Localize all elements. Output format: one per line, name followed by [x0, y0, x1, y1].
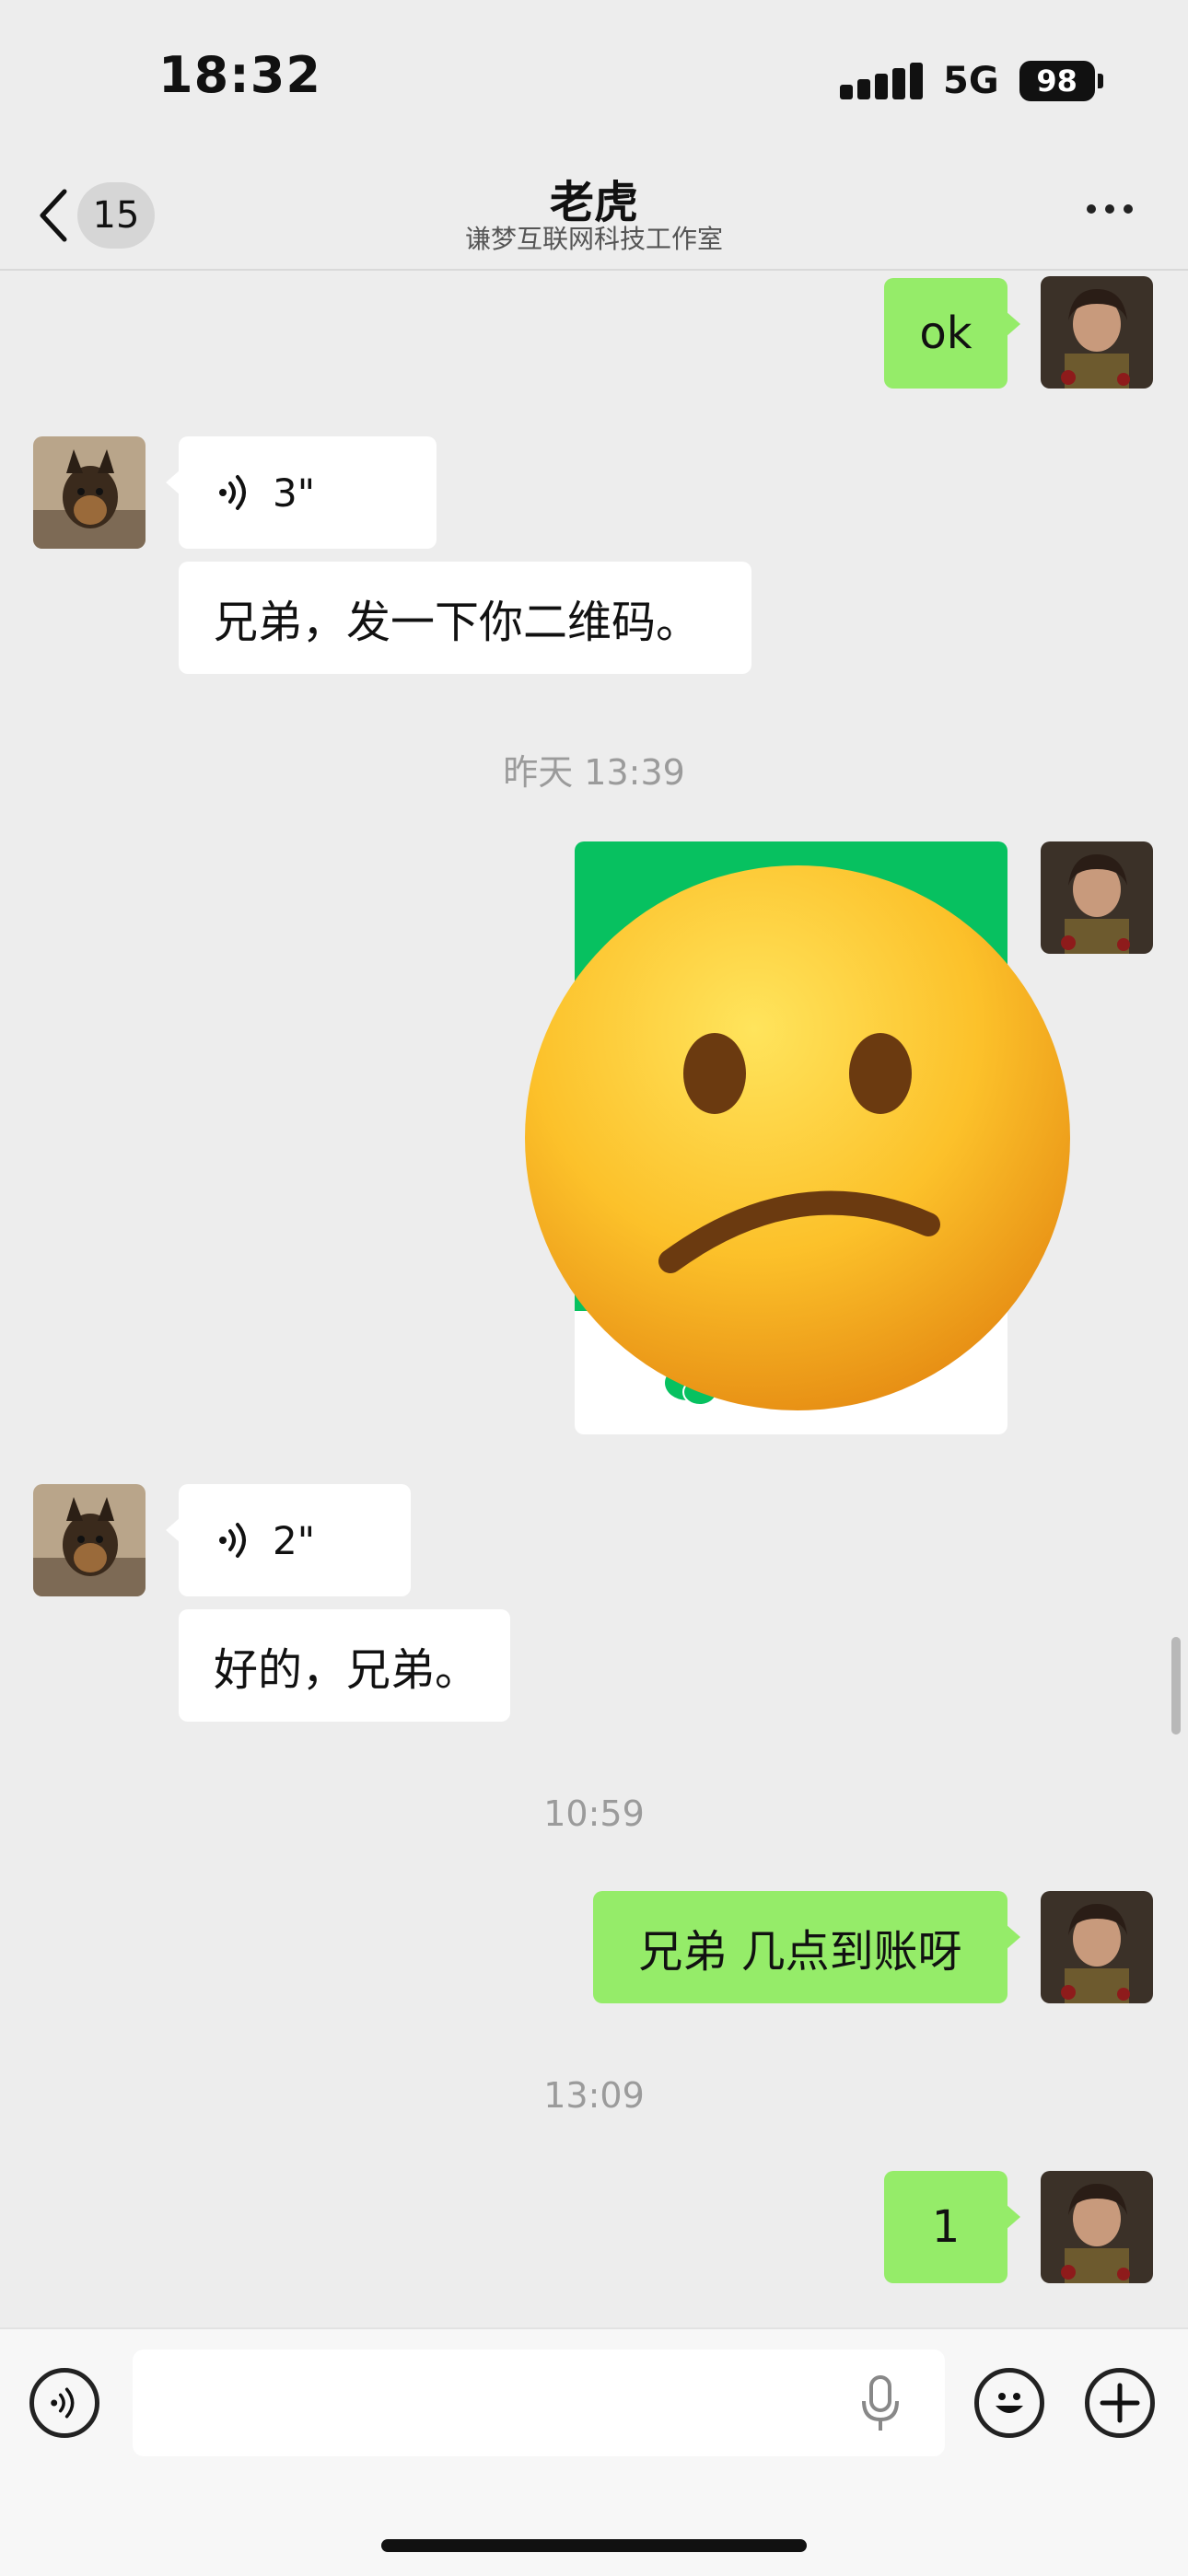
microphone-icon[interactable] [860, 2375, 901, 2432]
my-avatar[interactable] [1041, 1891, 1153, 2003]
voice-wave-icon [219, 475, 246, 510]
message-input[interactable] [133, 2350, 945, 2456]
plus-icon [1100, 2383, 1140, 2423]
message-bubble[interactable]: ok [884, 278, 1020, 389]
message-text: 兄弟，发一下你二维码。 [214, 597, 701, 648]
home-indicator [381, 2539, 807, 2552]
network-type: 5G [943, 60, 999, 102]
status-time: 18:32 [158, 46, 321, 104]
voice-wave-icon [219, 1523, 246, 1558]
chat-subtitle: 谦梦互联网科技工作室 [464, 224, 723, 254]
timestamp: 昨天 13:39 [503, 752, 685, 793]
message-bubble[interactable]: 好的，兄弟。 [179, 1609, 510, 1722]
confused-face-emoji [525, 865, 1070, 1410]
message-bubble[interactable]: 1 [884, 2171, 1020, 2283]
emoji-button[interactable] [974, 2368, 1044, 2438]
timestamp: 10:59 [543, 1793, 645, 1834]
scrollbar[interactable] [1171, 1637, 1181, 1735]
more-dots-icon [1087, 204, 1096, 214]
my-avatar[interactable] [1041, 276, 1153, 389]
message-bubble[interactable]: 兄弟，发一下你二维码。 [179, 562, 751, 674]
voice-wave-icon [51, 2387, 75, 2419]
voice-input-button[interactable] [29, 2368, 99, 2438]
emoji-face-icon [996, 2393, 1023, 2413]
voice-message[interactable]: 2" [166, 1484, 411, 1596]
status-indicators: 5G 98 [840, 55, 1103, 107]
more-button[interactable] [1077, 195, 1142, 223]
timestamp: 13:09 [543, 2075, 645, 2116]
message-text: 好的，兄弟。 [214, 1644, 480, 1696]
signal-icon [840, 63, 923, 99]
message-text: ok [919, 307, 973, 359]
message-text: 兄弟 几点到账呀 [638, 1926, 962, 1978]
battery-icon: 98 [1019, 61, 1103, 101]
contact-avatar[interactable] [33, 436, 146, 549]
voice-message[interactable]: 3" [166, 436, 437, 549]
contact-avatar[interactable] [33, 1484, 146, 1596]
voice-duration: 2" [273, 1517, 316, 1563]
voice-duration: 3" [273, 470, 316, 516]
message-bubble[interactable]: 兄弟 几点到账呀 [593, 1891, 1020, 2003]
battery-level: 98 [1019, 61, 1095, 101]
message-text: 1 [931, 2201, 961, 2253]
my-avatar[interactable] [1041, 2171, 1153, 2283]
plus-button[interactable] [1085, 2368, 1155, 2438]
